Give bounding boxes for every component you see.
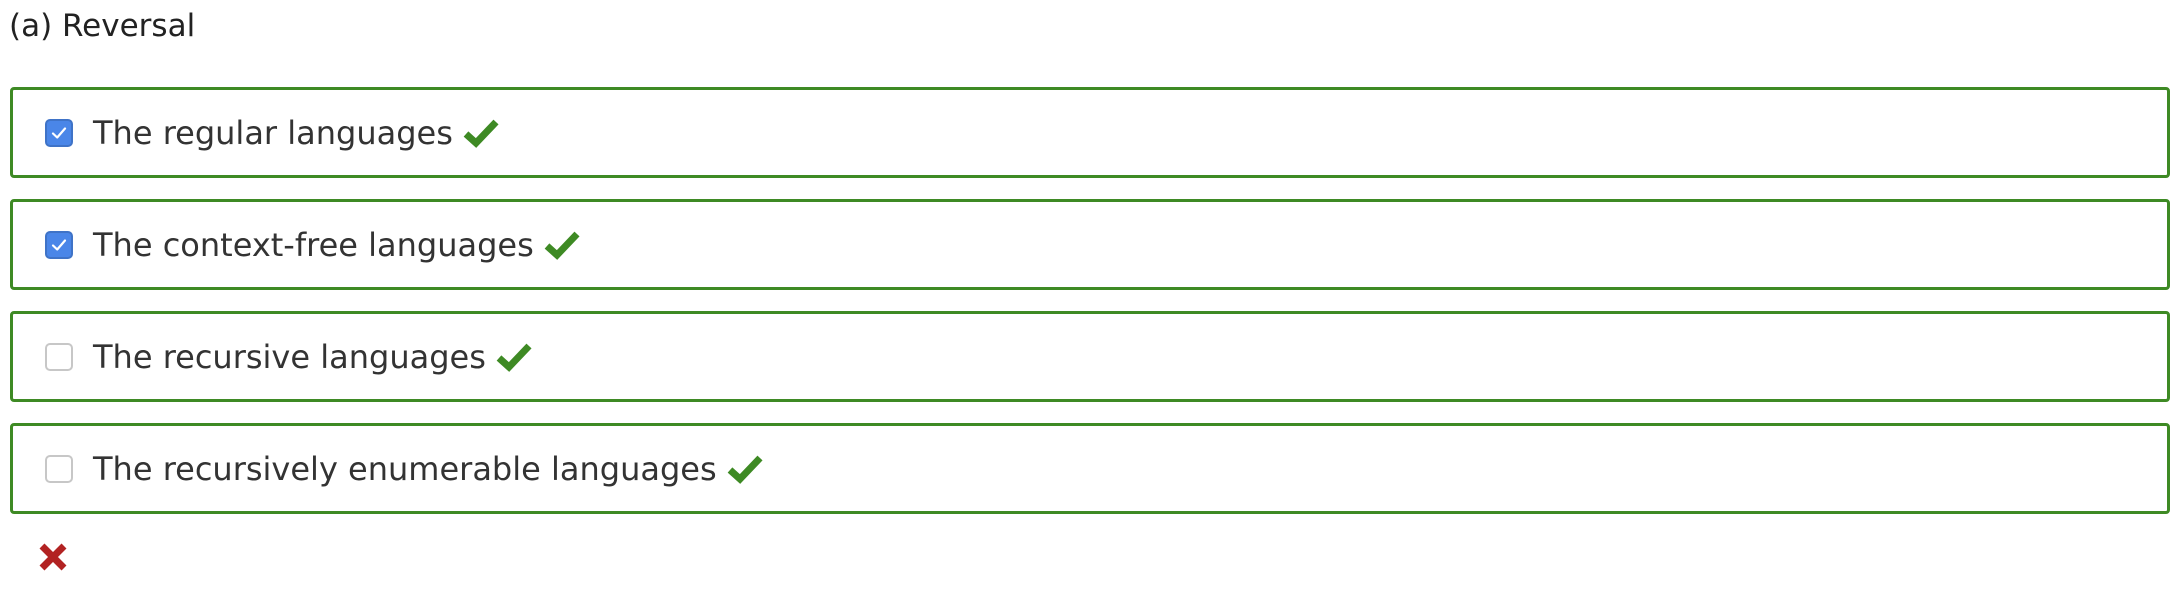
green-check-icon bbox=[727, 454, 763, 484]
checkbox-context-free-languages[interactable] bbox=[45, 230, 73, 259]
checkbox-tick-icon bbox=[51, 126, 67, 139]
green-check-icon bbox=[496, 342, 532, 372]
option-recursively-enumerable-languages[interactable]: The recursively enumerable languages bbox=[10, 423, 2170, 514]
option-regular-languages[interactable]: The regular languages bbox=[10, 87, 2170, 178]
option-context-free-languages[interactable]: The context-free languages bbox=[10, 199, 2170, 290]
option-label: The recursive languages bbox=[93, 337, 486, 376]
option-label: The regular languages bbox=[93, 113, 453, 152]
option-recursive-languages[interactable]: The recursive languages bbox=[10, 311, 2170, 402]
question-title: (a) Reversal bbox=[9, 8, 196, 44]
green-check-icon bbox=[463, 118, 499, 148]
options-list: The regular languages The context-free l… bbox=[10, 87, 2170, 535]
green-check-icon bbox=[544, 230, 580, 260]
checkbox-recursively-enumerable-languages[interactable] bbox=[45, 454, 73, 483]
option-label: The context-free languages bbox=[93, 225, 534, 264]
red-x-icon bbox=[38, 542, 68, 576]
checkbox-regular-languages[interactable] bbox=[45, 118, 73, 147]
checkbox-recursive-languages[interactable] bbox=[45, 342, 73, 371]
checkbox-tick-icon bbox=[51, 238, 67, 251]
option-label: The recursively enumerable languages bbox=[93, 449, 717, 488]
